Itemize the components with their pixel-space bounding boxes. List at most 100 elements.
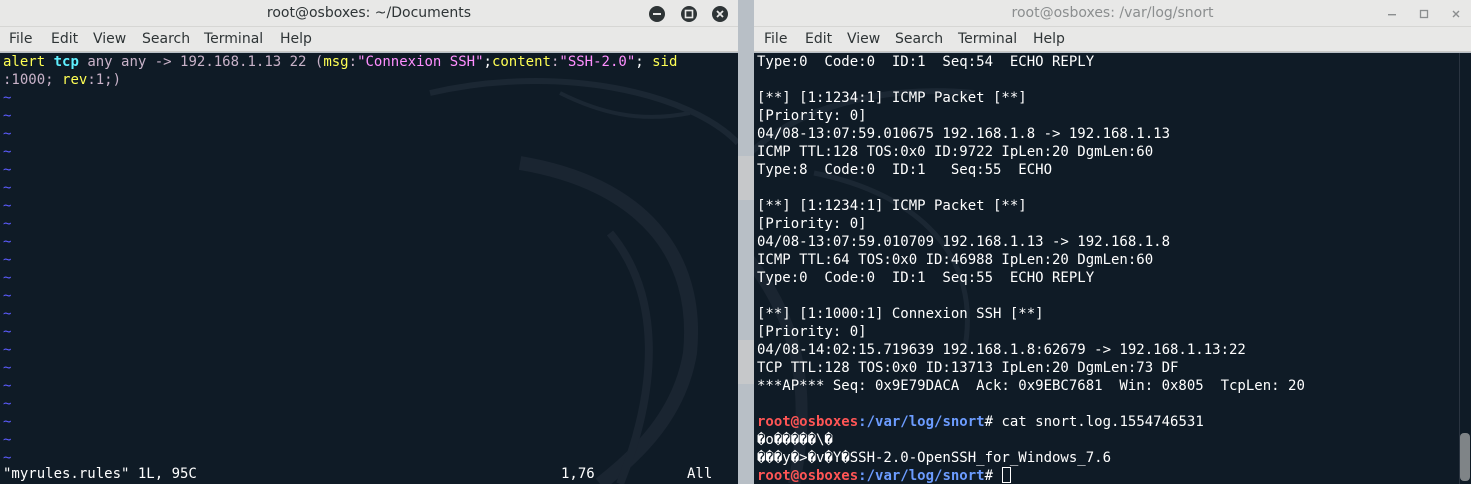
gap-stripe bbox=[738, 156, 754, 200]
menu-file[interactable]: File bbox=[764, 31, 787, 48]
prompt-line: root@osboxes:/var/log/snort# cat snort.l… bbox=[757, 413, 1204, 431]
log-line: ICMP TTL:64 TOS:0x0 ID:46988 IpLen:20 Dg… bbox=[757, 252, 1154, 268]
empty-line-tilde: ~ bbox=[3, 378, 12, 394]
empty-line-tilde: ~ bbox=[3, 90, 12, 106]
rule-msg-value: "Connexion SSH" bbox=[357, 54, 484, 70]
menu-help[interactable]: Help bbox=[1033, 31, 1065, 48]
empty-line-tilde: ~ bbox=[3, 108, 12, 124]
maximize-icon[interactable] bbox=[1416, 6, 1432, 22]
empty-line-tilde: ~ bbox=[3, 198, 12, 214]
close-icon[interactable] bbox=[1448, 6, 1464, 22]
scrollbar-thumb[interactable] bbox=[1460, 433, 1470, 481]
menu-edit[interactable]: Edit bbox=[805, 31, 832, 48]
prompt-user: root@osboxes bbox=[757, 468, 859, 484]
vim-statusline: "myrules.rules" 1L, 95C 1,76 All bbox=[0, 465, 738, 483]
rule-colon: : bbox=[348, 54, 358, 70]
vim-editor-area[interactable]: alert tcp any any -> 192.168.1.13 22 (ms… bbox=[0, 53, 738, 484]
log-line: [Priority: 0] bbox=[757, 108, 867, 124]
prompt-path: :/var/log/snort bbox=[858, 468, 985, 484]
empty-line-tilde: ~ bbox=[3, 234, 12, 250]
menu-file[interactable]: File bbox=[9, 31, 32, 48]
menu-terminal[interactable]: Terminal bbox=[958, 31, 1017, 48]
menu-edit[interactable]: Edit bbox=[51, 31, 78, 48]
command-output-line-2: ���y�>�v�Y�SSH-2.0-OpenSSH_for_Windows_7… bbox=[757, 450, 1112, 466]
minimize-icon[interactable] bbox=[649, 6, 665, 22]
log-line: ***AP*** Seq: 0x9E79DACA Ack: 0x9EBC7681… bbox=[757, 378, 1305, 394]
maximize-icon[interactable] bbox=[681, 6, 697, 22]
status-scroll-position: All bbox=[687, 466, 713, 482]
status-filename: "myrules.rules" 1L, 95C bbox=[3, 466, 197, 482]
empty-line-tilde: ~ bbox=[3, 162, 12, 178]
left-menubar: File Edit View Search Terminal Help bbox=[0, 27, 738, 52]
log-line: [Priority: 0] bbox=[757, 324, 867, 340]
current-prompt-line[interactable]: root@osboxes:/var/log/snort# bbox=[757, 467, 1012, 484]
empty-line-tilde: ~ bbox=[3, 432, 12, 448]
log-line: [**] [1:1234:1] ICMP Packet [**] bbox=[757, 198, 1027, 214]
empty-line-tilde: ~ bbox=[3, 360, 12, 376]
snort-terminal-window[interactable]: root@osboxes: /var/log/snort File Edit V… bbox=[754, 0, 1471, 484]
rule-separator: ; bbox=[635, 54, 653, 70]
left-titlebar[interactable]: root@osboxes: ~/Documents bbox=[0, 0, 738, 27]
rule-action: alert bbox=[3, 54, 46, 70]
empty-line-tilde: ~ bbox=[3, 144, 12, 160]
empty-line-tilde: ~ bbox=[3, 414, 12, 430]
rule-content-value: "SSH-2.0" bbox=[559, 54, 636, 70]
rule-msg-key: msg bbox=[323, 54, 349, 70]
terminal-scrollbar[interactable] bbox=[1459, 53, 1471, 484]
empty-line-tilde: ~ bbox=[3, 324, 12, 340]
log-line: 04/08-14:02:15.719639 192.168.1.8:62679 … bbox=[757, 342, 1246, 358]
menu-terminal[interactable]: Terminal bbox=[204, 31, 263, 48]
prompt-symbol: # bbox=[984, 468, 1002, 484]
status-cursor-position: 1,76 bbox=[561, 466, 595, 482]
menu-help[interactable]: Help bbox=[280, 31, 312, 48]
left-window-title: root@osboxes: ~/Documents bbox=[266, 5, 472, 21]
close-icon[interactable] bbox=[712, 6, 728, 22]
log-line: ICMP TTL:128 TOS:0x0 ID:9722 IpLen:20 Dg… bbox=[757, 144, 1154, 160]
rule-rev-key: rev bbox=[62, 72, 88, 88]
prompt-user: root@osboxes bbox=[757, 414, 859, 430]
log-line: [**] [1:1234:1] ICMP Packet [**] bbox=[757, 90, 1027, 106]
vim-terminal-window[interactable]: root@osboxes: ~/Documents File Edit View… bbox=[0, 0, 738, 484]
log-line: Type:0 Code:0 ID:1 Seq:54 ECHO REPLY bbox=[757, 54, 1095, 70]
prompt-symbol: # bbox=[984, 414, 1002, 430]
log-line: 04/08-13:07:59.010675 192.168.1.8 -> 192… bbox=[757, 126, 1171, 142]
command-text: cat snort.log.1554746531 bbox=[1001, 414, 1204, 430]
empty-line-tilde: ~ bbox=[3, 306, 12, 322]
log-line: Type:0 Code:0 ID:1 Seq:55 ECHO REPLY bbox=[757, 270, 1095, 286]
gap-stripe bbox=[738, 340, 754, 384]
log-line: 04/08-13:07:59.010709 192.168.1.13 -> 19… bbox=[757, 234, 1171, 250]
prompt-path: :/var/log/snort bbox=[858, 414, 985, 430]
right-menubar: File Edit View Search Terminal Help bbox=[754, 27, 1471, 52]
log-line: [Priority: 0] bbox=[757, 216, 867, 232]
snort-terminal-output[interactable]: Type:0 Code:0 ID:1 Seq:54 ECHO REPLY [**]… bbox=[754, 53, 1459, 484]
empty-line-tilde: ~ bbox=[3, 252, 12, 268]
empty-line-tilde: ~ bbox=[3, 126, 12, 142]
kali-dragon-watermark bbox=[429, 78, 738, 484]
rule-sid-key: sid bbox=[652, 54, 678, 70]
empty-line-tilde: ~ bbox=[3, 396, 12, 412]
rule-semicolon: ; bbox=[483, 54, 492, 70]
log-line: Type:8 Code:0 ID:1 Seq:55 ECHO bbox=[757, 162, 1053, 178]
rule-line-1: alert tcp any any -> 192.168.1.13 22 (ms… bbox=[3, 53, 677, 71]
rule-rev-value: :1;) bbox=[87, 72, 122, 88]
command-output-line-1: �o�����\� bbox=[757, 432, 833, 448]
empty-line-tilde: ~ bbox=[3, 270, 12, 286]
text-cursor bbox=[1002, 467, 1012, 483]
right-window-title: root@osboxes: /var/log/snort bbox=[1011, 5, 1214, 21]
menu-search[interactable]: Search bbox=[895, 31, 943, 48]
rule-line-2: :1000; rev:1;) bbox=[3, 71, 121, 89]
menu-search[interactable]: Search bbox=[142, 31, 190, 48]
menu-view[interactable]: View bbox=[93, 31, 126, 48]
menu-view[interactable]: View bbox=[847, 31, 880, 48]
log-line: TCP TTL:128 TOS:0x0 ID:13713 IpLen:20 Dg… bbox=[757, 360, 1179, 376]
rule-space bbox=[45, 54, 53, 70]
rule-header: any any -> 192.168.1.13 22 ( bbox=[78, 54, 324, 70]
minimize-icon[interactable] bbox=[1384, 6, 1400, 22]
rule-content-key: content bbox=[491, 54, 551, 70]
empty-line-tilde: ~ bbox=[3, 288, 12, 304]
window-gap bbox=[738, 0, 754, 484]
right-titlebar[interactable]: root@osboxes: /var/log/snort bbox=[754, 0, 1471, 27]
empty-line-tilde: ~ bbox=[3, 180, 12, 196]
log-line: [**] [1:1000:1] Connexion SSH [**] bbox=[757, 306, 1044, 322]
rule-sid-value: :1000; bbox=[3, 72, 63, 88]
